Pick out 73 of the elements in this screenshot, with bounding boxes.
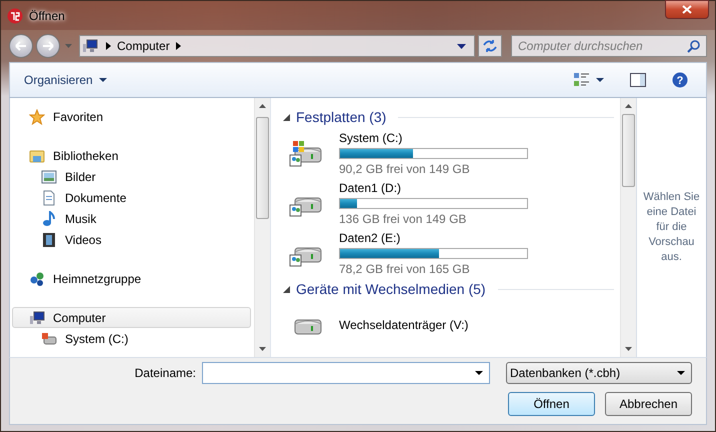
free-space-label: 78,2 GB frei von 165 GB (339, 262, 471, 276)
computer-icon (29, 310, 45, 326)
search-icon (687, 40, 700, 52)
scrollbar-thumb[interactable] (622, 114, 634, 187)
arrow-down-icon (625, 347, 632, 351)
network-icon (29, 270, 45, 286)
drive-name[interactable]: Daten1 (D:) (339, 180, 528, 194)
sidebar-item[interactable]: Musik (12, 208, 251, 229)
sidebar-item[interactable]: Dokumente (12, 187, 251, 208)
picture-icon (41, 168, 57, 184)
view-list-icon (574, 73, 590, 87)
document-icon (41, 190, 57, 206)
folder-icon (29, 148, 45, 164)
caret-icon (596, 78, 604, 82)
film-icon (41, 232, 57, 248)
sidebar-item[interactable]: Computer (12, 307, 251, 328)
back-button[interactable] (9, 34, 33, 58)
preview-message: Wählen Sie eine Datei für die Vorschau aus. (642, 190, 701, 265)
scrollbar[interactable] (254, 98, 270, 357)
arrow-down-icon (259, 347, 266, 351)
star-icon (29, 108, 45, 124)
filename-field[interactable] (202, 362, 490, 384)
caret-icon (475, 371, 483, 375)
drive-name[interactable]: System (C:) (339, 130, 528, 144)
file-type-dropdown[interactable]: Datenbanken (*.cbh) (506, 362, 692, 384)
pane-icon (630, 73, 646, 87)
refresh-button[interactable] (478, 35, 502, 57)
free-space-label: 136 GB frei von 149 GB (339, 212, 468, 226)
caret-icon (98, 78, 107, 82)
collapse-toggle[interactable] (283, 286, 290, 292)
scrollbar-thumb[interactable] (256, 116, 268, 219)
breadcrumb[interactable]: Computer (117, 39, 170, 53)
app-logo-icon (7, 8, 23, 24)
free-space-label: 90,2 GB frei von 149 GB (339, 162, 471, 176)
help-button[interactable]: ? (666, 69, 694, 91)
sidebar-item[interactable]: Favoriten (12, 106, 251, 127)
caret-icon (457, 44, 466, 48)
window-title: Öffnen (29, 8, 65, 22)
open-button[interactable]: Öffnen (508, 392, 595, 416)
group-heading[interactable]: Festplatten (3) (296, 109, 386, 125)
close-button[interactable] (665, 0, 709, 19)
drive-icon (41, 330, 57, 346)
sidebar-item[interactable]: System (C:) (12, 328, 251, 349)
organize-menu[interactable]: Organisieren (20, 70, 111, 90)
triangle-down-icon (283, 114, 290, 120)
filename-label: Dateiname: (134, 366, 196, 380)
chevron-right-icon (176, 42, 181, 50)
triangle-down-icon (283, 286, 290, 292)
computer-icon (82, 38, 100, 54)
collapse-toggle[interactable] (283, 114, 290, 120)
arrow-up-icon (625, 104, 632, 108)
close-icon (682, 5, 692, 14)
help-icon: ? (672, 72, 688, 88)
arrow-up-icon (259, 104, 266, 108)
sidebar-item[interactable]: Bibliotheken (12, 145, 251, 166)
sidebar-item[interactable]: Heimnetzgruppe (12, 268, 251, 289)
arrow-left-icon (15, 41, 27, 51)
address-bar[interactable]: Computer (79, 35, 475, 57)
music-note-icon (41, 210, 57, 226)
arrow-right-icon (42, 41, 54, 51)
group-heading[interactable]: Geräte mit Wechselmedien (5) (296, 281, 486, 297)
caret-icon (65, 44, 72, 48)
chevron-right-icon (106, 42, 111, 50)
drive-name[interactable]: Wechseldatenträger (V:) (339, 318, 468, 332)
drive-name[interactable]: Daten2 (E:) (339, 230, 528, 244)
caret-icon (677, 371, 685, 375)
scrollbar[interactable] (620, 98, 636, 357)
sidebar-item[interactable]: Bilder (12, 166, 251, 187)
forward-button[interactable] (36, 34, 60, 58)
refresh-icon (482, 39, 498, 53)
search-field[interactable]: Computer durchsuchen (511, 35, 707, 57)
sidebar-item[interactable]: Videos (12, 229, 251, 250)
cancel-button[interactable]: Abbrechen (605, 392, 692, 416)
